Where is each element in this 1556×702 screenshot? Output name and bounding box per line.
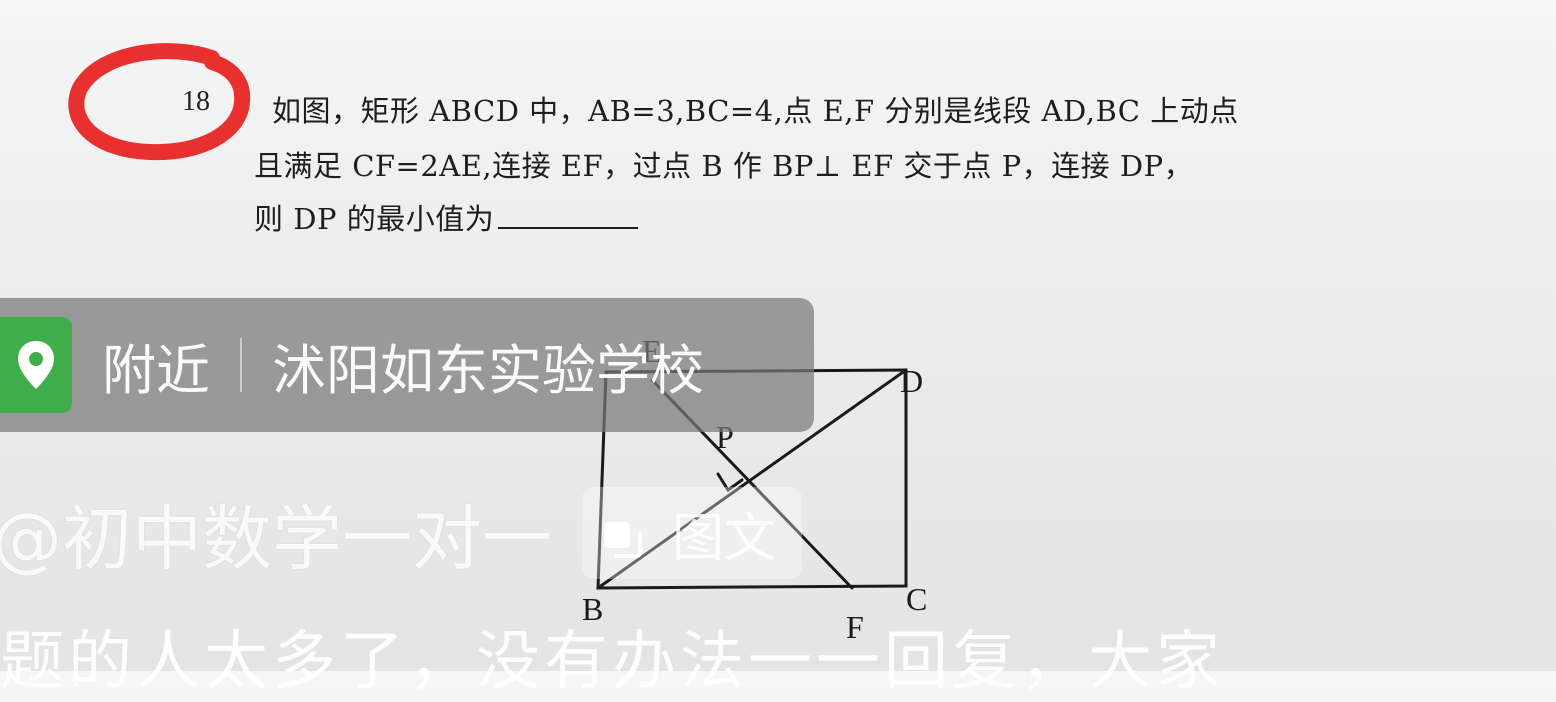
location-pin-badge	[0, 317, 72, 413]
question-text-line-3-text: 则 DP 的最小值为	[254, 202, 495, 236]
label-d: D	[900, 363, 923, 399]
red-circle-marker	[68, 43, 251, 161]
location-name: 沭阳如东实验学校	[272, 338, 704, 402]
question-text-line-1: 如图，矩形 ABCD 中，AB=3,BC=4,点 E,F 分别是线段 AD,BC…	[272, 94, 1239, 128]
location-label: 附近	[102, 338, 210, 402]
post-caption: 题的人太多了，没有办法一一回复，大家	[0, 625, 1224, 699]
question-text-line-2: 且满足 CF=2AE,连接 EF，过点 B 作 BP⊥ EF 交于点 P，连接 …	[254, 149, 1194, 183]
question-text-line-3: 则 DP 的最小值为	[254, 196, 639, 238]
author-handle[interactable]: @初中数学一对一	[0, 483, 552, 584]
answer-blank	[498, 203, 639, 229]
content-type-tag: 图文	[582, 487, 803, 579]
pill-divider	[240, 338, 242, 392]
image-text-icon	[602, 513, 642, 558]
location-tag[interactable]: 附近 沭阳如东实验学校	[0, 298, 814, 432]
question-number: 18	[182, 86, 210, 117]
worksheet-photo: 18 如图，矩形 ABCD 中，AB=3,BC=4,点 E,F 分别是线段 AD…	[0, 0, 1556, 699]
location-pin-icon	[18, 341, 54, 389]
content-type-label: 图文	[672, 508, 777, 569]
author-row: @初中数学一对一 图文	[0, 478, 803, 588]
